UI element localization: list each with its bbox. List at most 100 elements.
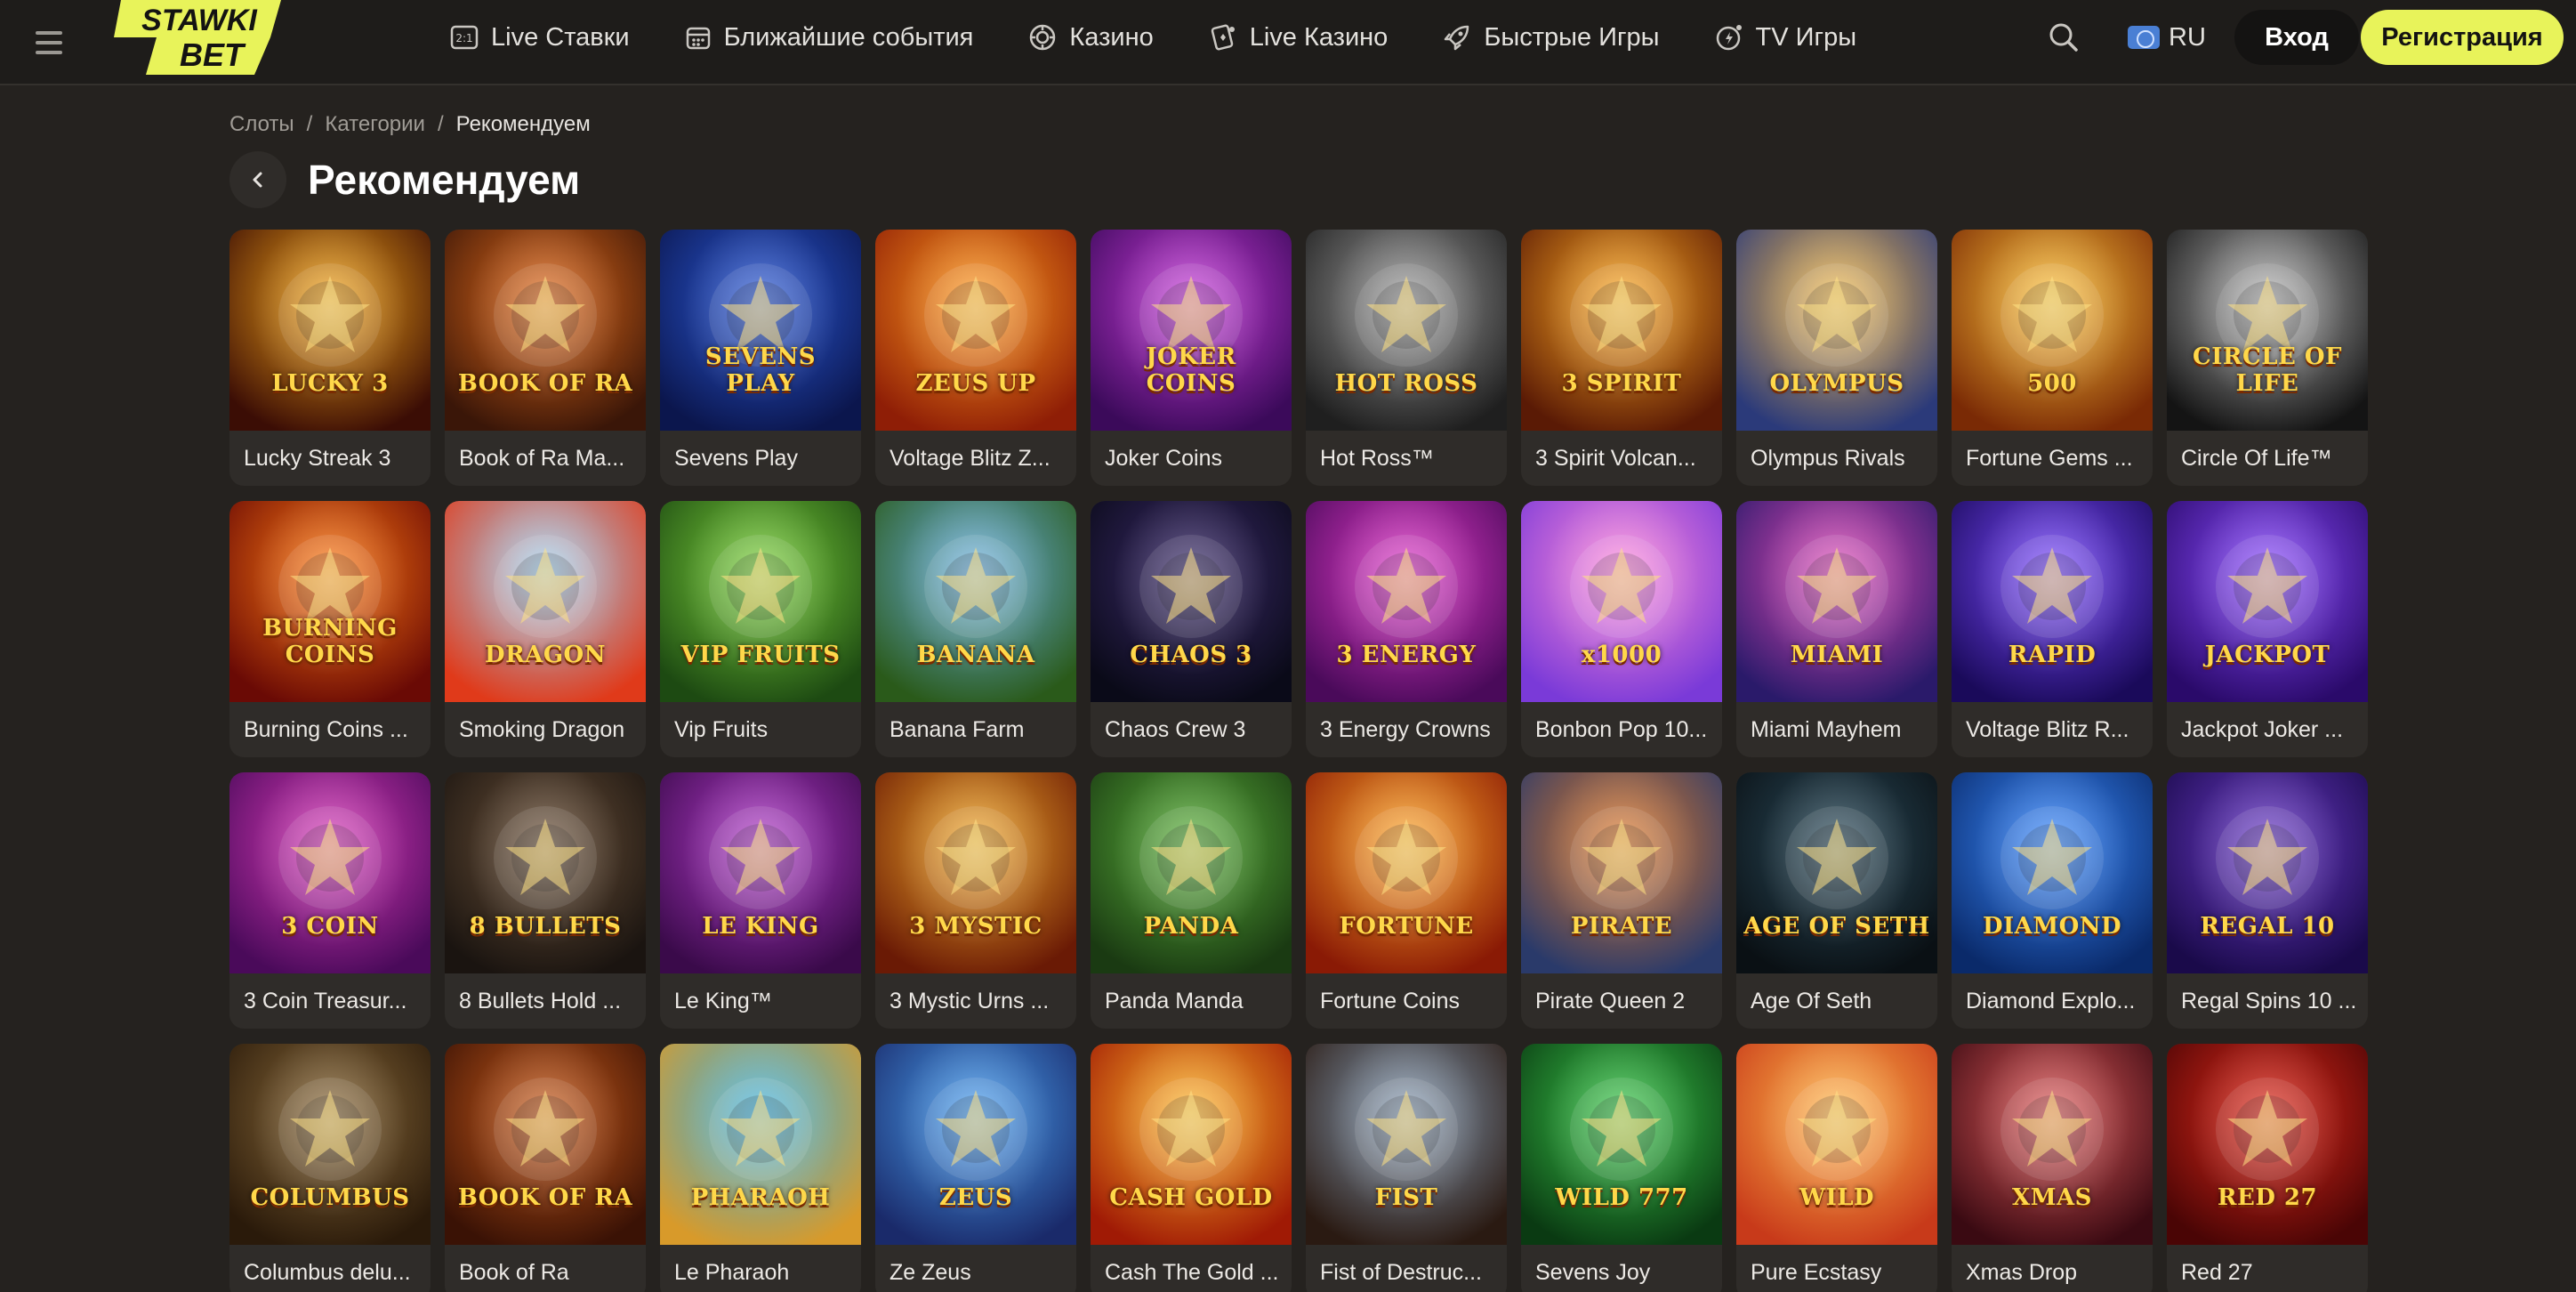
thumbnail-shine xyxy=(2167,230,2368,431)
thumbnail-shine xyxy=(1736,772,1937,973)
game-card[interactable]: AGE OF SETH Age Of Seth xyxy=(1736,772,1937,1029)
game-card[interactable]: RAPID Voltage Blitz R... xyxy=(1952,501,2153,757)
game-card[interactable]: 500 Fortune Gems ... xyxy=(1952,230,2153,486)
breadcrumb-categories[interactable]: Категории xyxy=(325,112,425,137)
game-thumbnail: x1000 xyxy=(1521,501,1722,702)
casino-chip-icon xyxy=(1030,24,1056,51)
thumbnail-shine xyxy=(1306,230,1507,431)
game-card[interactable]: SEVENS PLAY Sevens Play xyxy=(660,230,861,486)
game-logo-text: CHAOS 3 xyxy=(1130,642,1252,668)
game-card[interactable]: 3 ENERGY 3 Energy Crowns xyxy=(1306,501,1507,757)
back-button[interactable] xyxy=(229,151,286,208)
game-card[interactable]: BURNING COINS Burning Coins ... xyxy=(229,501,431,757)
game-card[interactable]: BANANA Banana Farm xyxy=(875,501,1076,757)
game-logo-text: DIAMOND xyxy=(1982,913,2122,940)
nav-live-casino[interactable]: Live Казино xyxy=(1209,23,1388,52)
svg-text:2:1: 2:1 xyxy=(455,32,472,44)
game-card[interactable]: x1000 Bonbon Pop 10... xyxy=(1521,501,1722,757)
logo-text-line1: STAWKI xyxy=(141,4,258,37)
game-title: Jackpot Joker ... xyxy=(2181,717,2344,742)
thumbnail-shine xyxy=(229,1044,431,1245)
game-card[interactable]: PIRATE Pirate Queen 2 xyxy=(1521,772,1722,1029)
login-button[interactable]: Вход xyxy=(2234,10,2359,65)
game-card[interactable]: DRAGON Smoking Dragon xyxy=(445,501,646,757)
stawki-bet-logo[interactable]: STAWKI BET xyxy=(114,0,288,75)
game-card[interactable]: COLUMBUS Columbus delu... xyxy=(229,1044,431,1292)
game-card[interactable]: XMAS Xmas Drop xyxy=(1952,1044,2153,1292)
game-title: Sevens Play xyxy=(674,446,798,471)
nav-live-bets[interactable]: 2:1 Live Ставки xyxy=(450,23,630,52)
game-thumbnail: CHAOS 3 xyxy=(1091,501,1292,702)
game-title: Fist of Destruc... xyxy=(1320,1260,1482,1285)
nav-tv-games[interactable]: TV Игры xyxy=(1715,23,1856,52)
game-card[interactable]: ZEUS UP Voltage Blitz Z... xyxy=(875,230,1076,486)
search-icon[interactable] xyxy=(2046,20,2081,55)
nav-label: Казино xyxy=(1069,22,1154,52)
game-card[interactable]: DIAMOND Diamond Explo... xyxy=(1952,772,2153,1029)
game-logo-text: PIRATE xyxy=(1570,913,1673,940)
thumbnail-shine xyxy=(875,230,1076,431)
game-thumbnail: XMAS xyxy=(1952,1044,2153,1245)
game-title: Diamond Explo... xyxy=(1966,989,2136,1013)
game-card[interactable]: JACKPOT Jackpot Joker ... xyxy=(2167,501,2368,757)
menu-hamburger-icon[interactable] xyxy=(36,25,71,61)
game-logo-text: ZEUS xyxy=(938,1184,1013,1211)
game-title: Pure Ecstasy xyxy=(1751,1260,1882,1285)
game-thumbnail: RAPID xyxy=(1952,501,2153,702)
game-title: Bonbon Pop 10... xyxy=(1535,717,1708,742)
nav-casino[interactable]: Казино xyxy=(1028,22,1154,52)
game-card[interactable]: 3 SPIRIT 3 Spirit Volcan... xyxy=(1521,230,1722,486)
game-title: Le Pharaoh xyxy=(674,1260,790,1285)
game-title: Fortune Gems ... xyxy=(1966,446,2133,471)
thumbnail-shine xyxy=(875,501,1076,702)
game-thumbnail: FORTUNE xyxy=(1306,772,1507,973)
logo-text-line2: BET xyxy=(180,36,246,73)
game-card[interactable]: 3 MYSTIC 3 Mystic Urns ... xyxy=(875,772,1076,1029)
game-logo-text: PANDA xyxy=(1143,913,1239,940)
game-thumbnail: WILD 777 xyxy=(1521,1044,1722,1245)
game-card[interactable]: RED 27 Red 27 xyxy=(2167,1044,2368,1292)
thumbnail-shine xyxy=(229,501,431,702)
game-card[interactable]: FORTUNE Fortune Coins xyxy=(1306,772,1507,1029)
nav-fast-games[interactable]: Быстрые Игры xyxy=(1443,23,1660,52)
game-logo-text: 3 MYSTIC xyxy=(909,913,1042,940)
game-card[interactable]: LE KING Le King™ xyxy=(660,772,861,1029)
game-card[interactable]: VIP FRUITS Vip Fruits xyxy=(660,501,861,757)
game-card[interactable]: CIRCLE OF LIFE Circle Of Life™ xyxy=(2167,230,2368,486)
game-card[interactable]: WILD 777 Sevens Joy xyxy=(1521,1044,1722,1292)
game-card[interactable]: 3 COIN 3 Coin Treasur... xyxy=(229,772,431,1029)
game-card[interactable]: LUCKY 3 Lucky Streak 3 xyxy=(229,230,431,486)
game-thumbnail: LUCKY 3 xyxy=(229,230,431,431)
game-card[interactable]: FIST Fist of Destruc... xyxy=(1306,1044,1507,1292)
game-logo-text: LE KING xyxy=(702,913,819,940)
thumbnail-shine xyxy=(445,501,646,702)
game-title: 3 Coin Treasur... xyxy=(244,989,407,1013)
language-selector[interactable]: RU xyxy=(2128,20,2206,55)
game-card[interactable]: MIAMI Miami Mayhem xyxy=(1736,501,1937,757)
nav-upcoming-events[interactable]: Ближайшие события xyxy=(685,23,973,52)
game-logo-text: RED 27 xyxy=(2217,1184,2318,1211)
game-card[interactable]: WILD Pure Ecstasy xyxy=(1736,1044,1937,1292)
game-logo-text: LUCKY 3 xyxy=(271,370,389,397)
game-card[interactable]: CHAOS 3 Chaos Crew 3 xyxy=(1091,501,1292,757)
game-card[interactable]: JOKER COINS Joker Coins xyxy=(1091,230,1292,486)
game-title: Cash The Gold ... xyxy=(1105,1260,1279,1285)
game-title: Columbus delu... xyxy=(244,1260,411,1285)
game-thumbnail: LE KING xyxy=(660,772,861,973)
game-card[interactable]: PHARAOH Le Pharaoh xyxy=(660,1044,861,1292)
game-card[interactable]: BOOK OF RA Book of Ra Ma... xyxy=(445,230,646,486)
game-card[interactable]: OLYMPUS Olympus Rivals xyxy=(1736,230,1937,486)
game-card[interactable]: 8 BULLETS 8 Bullets Hold ... xyxy=(445,772,646,1029)
game-card[interactable]: CASH GOLD Cash The Gold ... xyxy=(1091,1044,1292,1292)
breadcrumb-slots[interactable]: Слоты xyxy=(229,112,294,137)
game-logo-text: 8 BULLETS xyxy=(469,913,622,940)
rocket-icon xyxy=(1445,25,1469,51)
game-card[interactable]: ZEUS Ze Zeus xyxy=(875,1044,1076,1292)
game-card[interactable]: PANDA Panda Manda xyxy=(1091,772,1292,1029)
register-button[interactable]: Регистрация xyxy=(2361,10,2564,65)
game-card[interactable]: REGAL 10 Regal Spins 10 ... xyxy=(2167,772,2368,1029)
game-card[interactable]: BOOK OF RA Book of Ra xyxy=(445,1044,646,1292)
game-card[interactable]: HOT ROSS Hot Ross™ xyxy=(1306,230,1507,486)
game-thumbnail: DIAMOND xyxy=(1952,772,2153,973)
globe-flag-icon xyxy=(2128,26,2160,49)
